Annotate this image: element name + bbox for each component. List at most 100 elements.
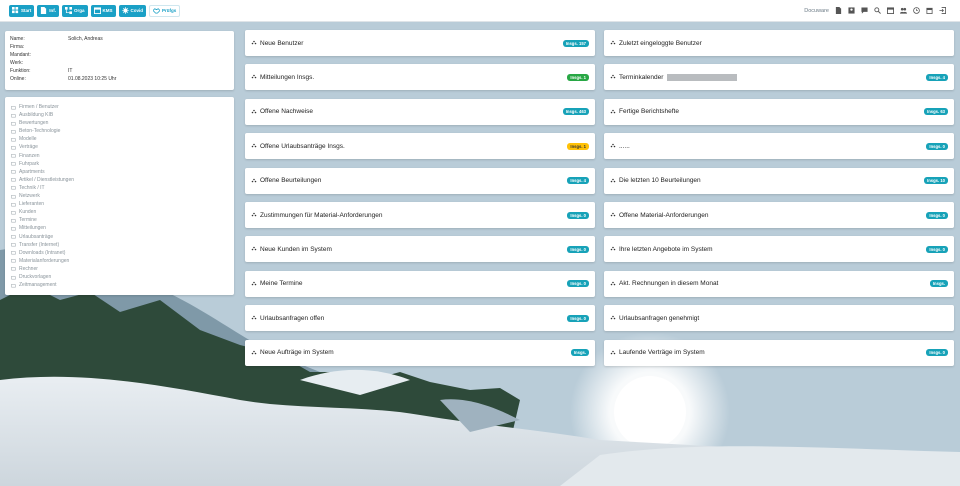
nav-orga-label: Orga xyxy=(74,8,85,13)
grid-icon xyxy=(12,7,19,14)
card-title: Offene Material-Anforderungen xyxy=(619,211,709,219)
card-title: Die letzten 10 Beurteilungen xyxy=(619,177,701,185)
menu-item[interactable]: Downloads (Intranet) xyxy=(11,249,228,257)
folder-icon xyxy=(11,267,16,271)
calendar-icon xyxy=(93,7,101,14)
menu-item[interactable]: Druckvorlagen xyxy=(11,273,228,281)
file-icon[interactable] xyxy=(835,7,842,14)
menu-item[interactable]: Bewertungen xyxy=(11,119,228,127)
dashboard-card[interactable]: Zuletzt eingeloggte Benutzer xyxy=(604,30,954,56)
dashboard-card[interactable]: Offene Nachweise Insgs. 463 xyxy=(245,98,595,125)
dashboard-card[interactable]: ...... Insgs. 0 xyxy=(604,133,954,160)
folder-icon xyxy=(11,146,16,150)
dashboard-card[interactable]: Terminkalender Insgs. 4 xyxy=(604,64,954,91)
top-tools: Docuware xyxy=(804,7,946,14)
menu-item[interactable]: Materialanforderungen xyxy=(11,257,228,265)
dashboard-card[interactable]: Offene Beurteilungen Insgs. 4 xyxy=(245,167,595,194)
menu-item[interactable]: Urlaubsanträge xyxy=(11,233,228,241)
search-icon[interactable] xyxy=(874,7,881,14)
dashboard-card[interactable]: Die letzten 10 Beurteilungen Insgs. 10 xyxy=(604,167,954,194)
menu-item[interactable]: Fuhrpark xyxy=(11,160,228,168)
card-title: Urlaubsanfragen offen xyxy=(260,314,325,322)
menu-item[interactable]: Termine xyxy=(11,216,228,224)
dashboard-card[interactable]: Meine Termine Insgs. 0 xyxy=(245,270,595,297)
folder-icon xyxy=(11,275,16,279)
menu-item-label: Kunden xyxy=(19,209,37,216)
menu-item[interactable]: Beton-Technologie xyxy=(11,127,228,135)
nav-pruefungen-button[interactable]: Prüfgs xyxy=(149,4,181,17)
menu-item[interactable]: Modelle xyxy=(11,135,228,143)
menu-item[interactable]: Technik / IT xyxy=(11,184,228,192)
nav-info-button[interactable]: Inf. xyxy=(37,4,60,17)
nav-kms-button[interactable]: KMS xyxy=(90,4,116,17)
card-count-badge: Insgs. 0 xyxy=(567,211,589,219)
dashboard-card[interactable]: Offene Material-Anforderungen Insgs. 0 xyxy=(604,202,954,228)
card-title: Neue Kunden im System xyxy=(260,245,332,253)
nav-covid-button[interactable]: Covid xyxy=(118,4,147,17)
users-icon xyxy=(610,350,616,354)
id-card-icon[interactable] xyxy=(848,7,855,14)
clock-icon[interactable] xyxy=(913,7,920,14)
menu-item[interactable]: Mitteilungen xyxy=(11,224,228,232)
menu-item[interactable]: Kunden xyxy=(11,208,228,216)
menu-item[interactable]: Lieferanten xyxy=(11,200,228,208)
menu-item[interactable]: Zeitmanagement xyxy=(11,281,228,289)
card-count-badge: Insgs. 0 xyxy=(926,245,948,253)
menu-item-label: Bewertungen xyxy=(19,120,49,127)
menu-item[interactable]: Netzwerk xyxy=(11,192,228,200)
logout-icon[interactable] xyxy=(939,7,946,14)
card-title: Offene Beurteilungen xyxy=(260,177,322,185)
users-icon xyxy=(610,75,616,79)
archive-icon[interactable] xyxy=(926,7,933,14)
dashboard-card[interactable]: Neue Aufträge im System Insgs. xyxy=(245,339,595,366)
dashboard-card[interactable]: Urlaubsanfragen offen Insgs. 0 xyxy=(245,305,595,332)
info-row-werk: Werk: xyxy=(10,60,229,68)
dashboard-card[interactable]: Zustimmungen für Material-Anforderungen I… xyxy=(245,202,595,228)
users-icon[interactable] xyxy=(900,7,907,14)
users-icon xyxy=(251,178,257,182)
menu-item-label: Druckvorlagen xyxy=(19,273,52,280)
menu-item[interactable]: Firmen / Benutzer xyxy=(11,103,228,111)
users-icon xyxy=(610,281,616,286)
dashboard-card[interactable]: Laufende Verträge im System Insgs. 0 xyxy=(604,339,954,366)
menu-item[interactable]: Verträge xyxy=(11,143,228,151)
dashboard-card[interactable]: Urlaubsanfragen genehmigt xyxy=(604,305,954,332)
menu-item[interactable]: Ausbildung KIB xyxy=(11,111,228,119)
folder-icon xyxy=(11,105,16,109)
dashboard-card[interactable]: Offene Urlaubsanträge Insgs. Insgs. 1 xyxy=(245,133,595,160)
dashboard-card[interactable]: Fertige Berichtshefte Insgs. 63 xyxy=(604,98,954,125)
calendar-icon[interactable] xyxy=(887,7,894,14)
card-count-badge: Insgs. 1 xyxy=(567,73,589,81)
folder-icon xyxy=(11,186,16,190)
docuware-link[interactable]: Docuware xyxy=(804,8,829,14)
dashboard-card[interactable]: Ihre letzten Angebote im System Insgs. 0 xyxy=(604,236,954,263)
menu-item[interactable]: Artikel / Dienstleistungen xyxy=(11,176,228,184)
users-icon xyxy=(251,109,257,114)
menu-item[interactable]: Apartments xyxy=(11,168,228,176)
dashboard-card[interactable]: Akt. Rechnungen in diesem Monat Insgs. xyxy=(604,270,954,297)
users-icon xyxy=(610,212,616,217)
menu-item[interactable]: Rechner xyxy=(11,265,228,273)
menu-item[interactable]: Finanzen xyxy=(11,152,228,160)
nav-info-label: Inf. xyxy=(49,8,57,13)
info-row-mandant: Mandant: xyxy=(10,52,229,60)
info-key: Funktion: xyxy=(10,67,31,74)
dashboard-card[interactable]: Neue Benutzer Insgs. 157 xyxy=(245,30,595,56)
card-count-badge: Insgs. xyxy=(929,280,948,288)
nav-covid-label: Covid xyxy=(130,8,144,13)
nav-start-button[interactable]: Start xyxy=(9,4,35,17)
users-icon xyxy=(610,315,616,320)
chat-icon[interactable] xyxy=(861,7,868,14)
card-title: Terminkalender xyxy=(619,73,664,81)
virus-icon xyxy=(121,7,129,14)
dashboard-card[interactable]: Neue Kunden im System Insgs. 0 xyxy=(245,236,595,263)
card-title: Neue Aufträge im System xyxy=(260,349,334,357)
info-key: Werk: xyxy=(10,59,23,66)
folder-icon xyxy=(11,194,16,198)
nav-orga-button[interactable]: Orga xyxy=(62,4,88,17)
menu-item[interactable]: Transfer (Internet) xyxy=(11,241,228,249)
menu-item-label: Verträge xyxy=(19,144,38,151)
users-icon xyxy=(610,143,616,148)
menu-item-label: Transfer (Internet) xyxy=(19,241,60,248)
dashboard-card[interactable]: Mitteilungen Insgs. Insgs. 1 xyxy=(245,64,595,91)
